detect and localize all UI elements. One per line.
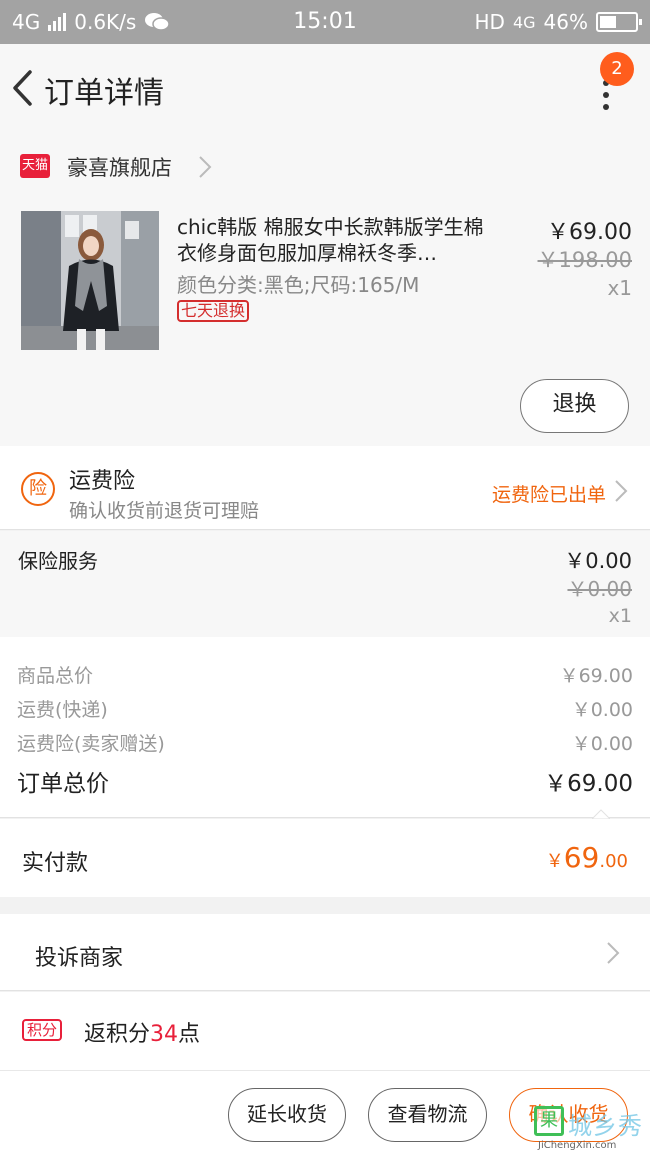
complain-seller-row[interactable]: 投诉商家 [0, 914, 650, 991]
summary-value: ￥0.00 [571, 699, 633, 721]
summary-label: 运费(快递) [17, 699, 108, 721]
amount-decimal: .00 [599, 851, 628, 872]
product-price: ￥69.00 [547, 220, 632, 245]
points-text: 返积分34点 [84, 1016, 200, 1048]
product-card: chic韩版 棉服女中长款韩版学生棉衣修身面包服加厚棉袄冬季… 颜色分类:黑色;… [0, 202, 650, 446]
shipping-insurance-row[interactable]: 险 运费险 确认收货前退货可理赔 运费险已出单 [0, 446, 650, 530]
insurance-service-quantity: x1 [608, 605, 632, 627]
actual-payment-label: 实付款 [22, 851, 89, 876]
hd-label: HD [474, 10, 505, 34]
watermark-logo: 果 [534, 1106, 564, 1136]
watermark-text: 城乡秀 [568, 1112, 643, 1140]
insurance-service-row: 保险服务 ￥0.00 ￥0.00 x1 [0, 531, 650, 637]
complain-seller-label: 投诉商家 [35, 946, 124, 971]
seven-day-return-tag: 七天退换 [177, 300, 250, 322]
actual-payment-row: 实付款 ￥69.00 [0, 819, 650, 897]
product-image[interactable] [21, 211, 159, 350]
currency-symbol: ￥ [545, 851, 564, 872]
network-label-2: 4G [512, 12, 536, 32]
notification-badge: 2 [600, 52, 634, 86]
order-summary: 商品总价 ￥69.00 运费(快递) ￥0.00 运费险(卖家赠送) ￥0.00… [0, 637, 650, 818]
insurance-service-title: 保险服务 [18, 549, 98, 573]
points-tag: 积分 [22, 1019, 63, 1041]
points-number: 34 [150, 1022, 179, 1047]
status-bar: 4G 0.6K/s 15:01 HD 4G 46% [0, 0, 650, 44]
order-total-row: 订单总价 ￥69.00 [17, 764, 633, 798]
insurance-status: 运费险已出单 [491, 484, 606, 506]
summary-value: ￥69.00 [559, 665, 633, 687]
order-total-label: 订单总价 [17, 771, 109, 797]
battery-icon [596, 12, 642, 32]
tmall-logo: 天猫 [20, 154, 50, 178]
product-title[interactable]: chic韩版 棉服女中长款韩版学生棉衣修身面包服加厚棉袄冬季… [177, 214, 497, 266]
insurance-title: 运费险 [69, 469, 136, 494]
summary-row: 商品总价 ￥69.00 [17, 661, 633, 688]
summary-label: 运费险(卖家赠送) [17, 733, 165, 755]
points-prefix: 返积分 [84, 1022, 151, 1047]
return-button[interactable]: 退换 [520, 379, 629, 433]
watermark-url: JiChengXin.com [538, 1140, 617, 1151]
product-original-price: ￥198.00 [537, 248, 632, 272]
chevron-right-icon [199, 156, 212, 178]
summary-row: 运费险(卖家赠送) ￥0.00 [17, 729, 633, 756]
back-arrow-icon[interactable] [10, 68, 36, 108]
insurance-service-original-price: ￥0.00 [567, 577, 632, 601]
site-watermark: 果 城乡秀 JiChengXin.com [534, 1104, 650, 1154]
battery-percent: 46% [543, 10, 588, 34]
product-quantity: x1 [607, 276, 632, 300]
view-logistics-button[interactable]: 查看物流 [368, 1088, 487, 1142]
actual-payment-amount: ￥69.00 [546, 841, 628, 874]
insurance-icon: 险 [21, 472, 55, 506]
shop-row[interactable]: 天猫 豪喜旗舰店 [0, 132, 650, 202]
shop-name: 豪喜旗舰店 [67, 156, 172, 180]
summary-row: 运费(快递) ￥0.00 [17, 695, 633, 722]
insurance-subtitle: 确认收货前退货可理赔 [69, 500, 260, 522]
points-suffix: 点 [178, 1022, 201, 1047]
points-row: 积分 返积分34点 [0, 992, 650, 1070]
insurance-service-price: ￥0.00 [564, 549, 632, 573]
order-total-value: ￥69.00 [544, 771, 633, 797]
product-attributes: 颜色分类:黑色;尺码:165/M [177, 273, 420, 297]
chevron-right-icon [615, 480, 628, 502]
amount-integer: 69 [563, 841, 600, 874]
divider-notch [592, 809, 610, 819]
summary-label: 商品总价 [17, 665, 94, 687]
nav-bar: 订单详情 2 [0, 44, 650, 132]
page-title: 订单详情 [44, 76, 164, 111]
extend-receipt-button[interactable]: 延长收货 [228, 1088, 346, 1142]
chevron-right-icon [607, 942, 620, 964]
summary-value: ￥0.00 [571, 733, 633, 755]
